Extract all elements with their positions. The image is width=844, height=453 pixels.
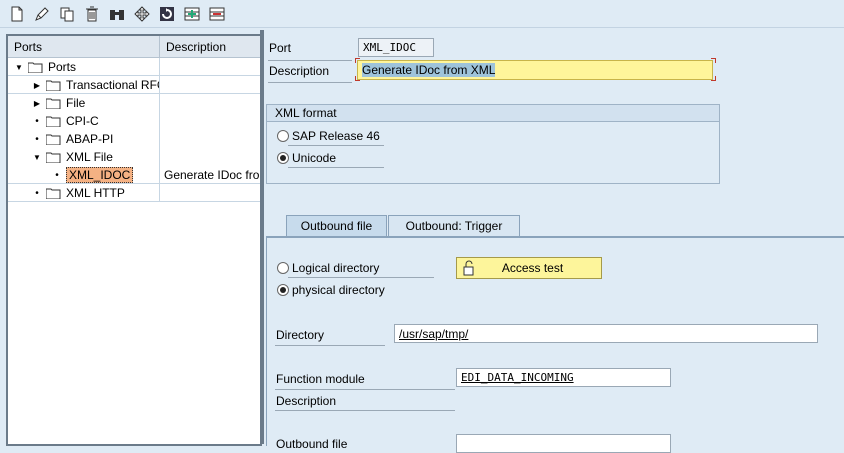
tab-outbound-trigger[interactable]: Outbound: Trigger (388, 215, 520, 237)
copy-icon[interactable] (58, 5, 76, 23)
folder-icon (46, 188, 61, 199)
tree-node-label: File (66, 96, 86, 110)
edit-icon[interactable] (33, 5, 51, 23)
tree-node-description: Generate IDoc from XML (164, 168, 260, 182)
description-value: Generate IDoc from XML (362, 63, 496, 77)
expanded-arrow-icon[interactable]: ▼ (14, 62, 24, 72)
new-icon[interactable] (8, 5, 26, 23)
function-module-field[interactable]: EDI_DATA_INCOMING (456, 368, 671, 387)
tree-node-ports[interactable]: ▼ Ports (8, 58, 260, 76)
access-test-button[interactable]: Access test (456, 257, 602, 279)
tree-node-label: ABAP-PI (66, 132, 114, 146)
directory-value: /usr/sap/tmp/ (399, 327, 469, 341)
tree-header: Ports Description (8, 36, 260, 58)
required-marker (355, 58, 360, 63)
radio-label: SAP Release 46 (292, 129, 380, 143)
expanded-arrow-icon[interactable]: ▼ (32, 152, 42, 162)
label-underline (275, 389, 455, 390)
folder-icon (46, 98, 61, 109)
port-tree: Ports Description ▼ Ports ▶ Transactiona… (6, 34, 262, 446)
tree-node-label: XML_IDOC (66, 167, 134, 183)
splitter[interactable] (260, 30, 264, 444)
delete-icon[interactable] (83, 5, 101, 23)
access-test-label: Access test (501, 261, 564, 275)
port-field: XML_IDOC (358, 38, 434, 57)
outbound-file-label: Outbound file (276, 437, 348, 451)
label-underline (275, 410, 455, 411)
tree-node-description (160, 184, 260, 201)
radio-logical-directory[interactable]: Logical directory (277, 261, 379, 275)
tree-node-file[interactable]: ▶ File (8, 94, 260, 112)
column-header-description[interactable]: Description (160, 36, 260, 57)
tree-node-description (160, 94, 260, 112)
leaf-bullet-icon: • (35, 187, 39, 199)
function-module-label: Function module (276, 372, 365, 386)
tree-node-label: CPI-C (66, 114, 99, 128)
port-label: Port (269, 41, 292, 55)
radio-button[interactable] (277, 262, 289, 274)
tree-node-transactional-rfc[interactable]: ▶ Transactional RFC (8, 76, 260, 94)
leaf-bullet-icon: • (35, 115, 39, 127)
directory-label: Directory (276, 328, 325, 342)
column-header-ports[interactable]: Ports (8, 36, 160, 57)
remove-row-icon[interactable] (208, 5, 226, 23)
directory-field[interactable]: /usr/sap/tmp/ (394, 324, 818, 343)
binoculars-icon[interactable] (108, 5, 126, 23)
function-module-value: EDI_DATA_INCOMING (461, 371, 574, 384)
leaf-bullet-icon: • (55, 169, 59, 181)
folder-open-icon (28, 62, 43, 73)
radio-button[interactable] (277, 130, 289, 142)
tree-node-xml-http[interactable]: • XML HTTP (8, 184, 260, 202)
lock-icon (463, 260, 474, 276)
label-underline (288, 145, 384, 146)
label-underline (275, 345, 385, 346)
radio-label: Logical directory (292, 261, 380, 275)
tree-node-abap-pi[interactable]: • ABAP-PI (8, 130, 260, 148)
description-label: Description (269, 64, 330, 78)
radio-button-selected[interactable] (277, 152, 289, 164)
folder-icon (46, 80, 61, 91)
radio-sap-release-46[interactable]: SAP Release 46 (277, 129, 380, 143)
radio-button-selected[interactable] (277, 284, 289, 296)
refresh-icon[interactable] (158, 5, 176, 23)
tree-node-label: XML File (66, 150, 113, 164)
label-underline (288, 277, 434, 278)
move-icon[interactable] (133, 5, 151, 23)
tab-outbound-file[interactable]: Outbound file (286, 215, 387, 237)
tree-node-description (160, 130, 260, 148)
leaf-bullet-icon: • (35, 133, 39, 145)
required-marker (711, 58, 716, 63)
folder-open-icon (46, 152, 61, 163)
tree-node-description (160, 148, 260, 166)
tree-node-label: Transactional RFC (66, 78, 160, 92)
application-toolbar (0, 0, 844, 28)
tree-node-cpi-c[interactable]: • CPI-C (8, 112, 260, 130)
tree-node-xml-file[interactable]: ▼ XML File (8, 148, 260, 166)
radio-label: physical directory (292, 283, 385, 297)
xml-format-group: XML format (266, 104, 720, 184)
radio-physical-directory[interactable]: physical directory (277, 283, 385, 297)
description-field[interactable]: Generate IDoc from XML (357, 60, 713, 80)
tree-node-xml-idoc[interactable]: • XML_IDOC Generate IDoc from XML (8, 166, 260, 184)
radio-unicode[interactable]: Unicode (277, 151, 336, 165)
tree-node-label: Ports (48, 60, 77, 74)
radio-label: Unicode (292, 151, 337, 165)
required-marker (711, 76, 716, 81)
tree-node-label: XML HTTP (66, 186, 125, 200)
folder-icon (46, 134, 61, 145)
collapsed-arrow-icon[interactable]: ▶ (32, 80, 42, 90)
label-underline (268, 60, 352, 61)
outbound-description-label: Description (276, 394, 337, 408)
add-row-icon[interactable] (183, 5, 201, 23)
tree-node-description (160, 76, 260, 93)
folder-icon (46, 116, 61, 127)
tree-node-description (160, 112, 260, 130)
tree-node-description (160, 58, 260, 75)
xml-format-title: XML format (267, 105, 719, 122)
label-underline (268, 82, 352, 83)
collapsed-arrow-icon[interactable]: ▶ (32, 98, 42, 108)
required-marker (355, 76, 360, 81)
label-underline (288, 167, 384, 168)
